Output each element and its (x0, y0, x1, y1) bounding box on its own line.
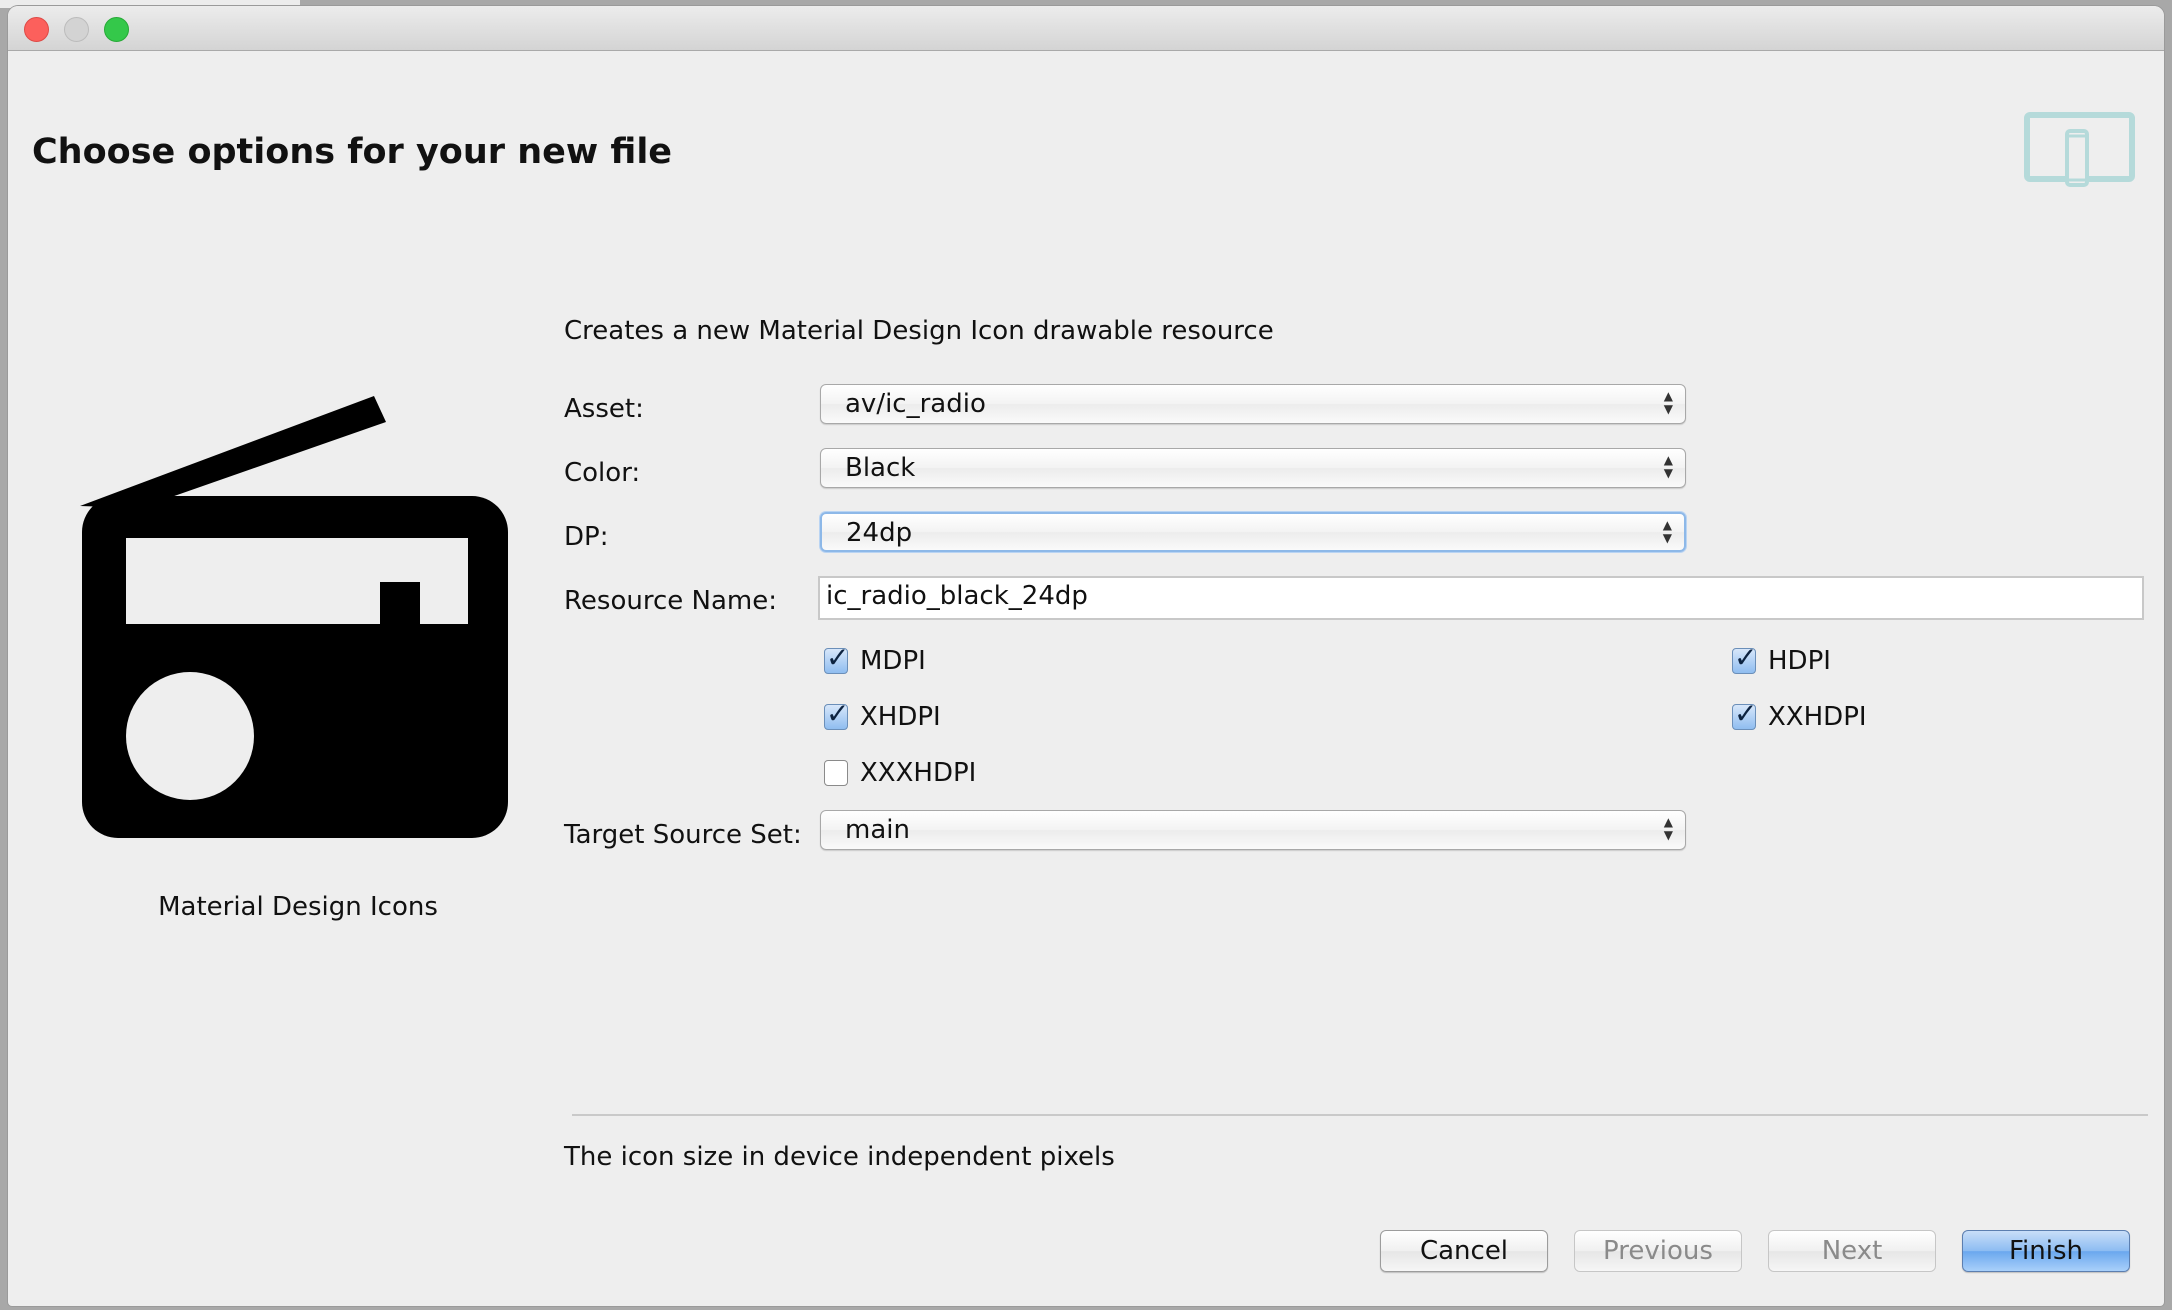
help-text: The icon size in device independent pixe… (564, 1142, 1115, 1172)
asset-dropdown[interactable]: av/ic_radio ▲ ▼ (820, 384, 1686, 424)
checkbox-hdpi[interactable]: ✓ HDPI (1732, 641, 1831, 676)
description-text: Creates a new Material Design Icon drawa… (564, 316, 1274, 346)
checkbox-xxhdpi[interactable]: ✓ XXHDPI (1732, 697, 1867, 732)
asset-label: Asset: (564, 394, 644, 424)
new-file-dialog: Choose options for your new file Materia… (8, 6, 2164, 1306)
asset-value: av/ic_radio (845, 389, 986, 419)
cancel-button[interactable]: Cancel (1380, 1230, 1548, 1272)
page-title: Choose options for your new file (32, 132, 673, 172)
updown-arrows-icon: ▲ ▼ (1663, 815, 1673, 842)
checkbox-xhdpi[interactable]: ✓ XHDPI (824, 697, 941, 732)
checkmark-icon: ✓ (1734, 697, 1758, 730)
checkbox-label: XXHDPI (1768, 702, 1867, 732)
checkbox-box[interactable]: ✓ (824, 697, 849, 730)
preview-caption: Material Design Icons (158, 892, 438, 922)
next-button[interactable]: Next (1768, 1230, 1936, 1272)
checkbox-label: HDPI (1768, 646, 1831, 676)
dp-label: DP: (564, 522, 609, 552)
checkbox-box[interactable]: ✓ (824, 641, 849, 674)
resource-name-field[interactable] (818, 576, 2144, 620)
checkbox-box[interactable]: ✓ (1732, 697, 1757, 730)
updown-arrows-icon: ▲ ▼ (1663, 453, 1673, 480)
color-dropdown[interactable]: Black ▲ ▼ (820, 448, 1686, 488)
title-bar[interactable] (8, 6, 2164, 51)
color-label: Color: (564, 458, 641, 488)
minimize-window-button[interactable] (64, 17, 89, 42)
maximize-window-button[interactable] (104, 17, 129, 42)
finish-button[interactable]: Finish (1962, 1230, 2130, 1272)
checkmark-icon: ✓ (1734, 641, 1758, 674)
previous-button[interactable]: Previous (1574, 1230, 1742, 1272)
checkbox-box[interactable] (824, 760, 848, 786)
close-window-button[interactable] (24, 17, 49, 42)
checkbox-label: XHDPI (860, 702, 941, 732)
checkbox-label: MDPI (860, 646, 926, 676)
checkbox-label: XXXHDPI (860, 758, 977, 788)
updown-arrows-icon: ▲ ▼ (1663, 389, 1673, 416)
target-source-set-label: Target Source Set: (564, 820, 802, 850)
checkmark-icon: ✓ (826, 641, 850, 674)
color-value: Black (845, 453, 916, 483)
resource-name-input[interactable] (820, 578, 2142, 614)
divider (572, 1114, 2148, 1116)
checkbox-mdpi[interactable]: ✓ MDPI (824, 641, 926, 676)
resource-name-label: Resource Name: (564, 586, 777, 616)
device-tablet-phone-icon (2024, 112, 2135, 187)
dp-dropdown[interactable]: 24dp ▲ ▼ (820, 512, 1686, 552)
checkmark-icon: ✓ (826, 697, 850, 730)
radio-icon (80, 396, 508, 838)
checkbox-xxxhdpi[interactable]: XXXHDPI (824, 758, 976, 788)
updown-arrows-icon: ▲ ▼ (1662, 518, 1672, 545)
target-source-set-value: main (845, 815, 910, 845)
checkbox-box[interactable]: ✓ (1732, 641, 1757, 674)
target-source-set-dropdown[interactable]: main ▲ ▼ (820, 810, 1686, 850)
dp-value: 24dp (846, 518, 913, 548)
